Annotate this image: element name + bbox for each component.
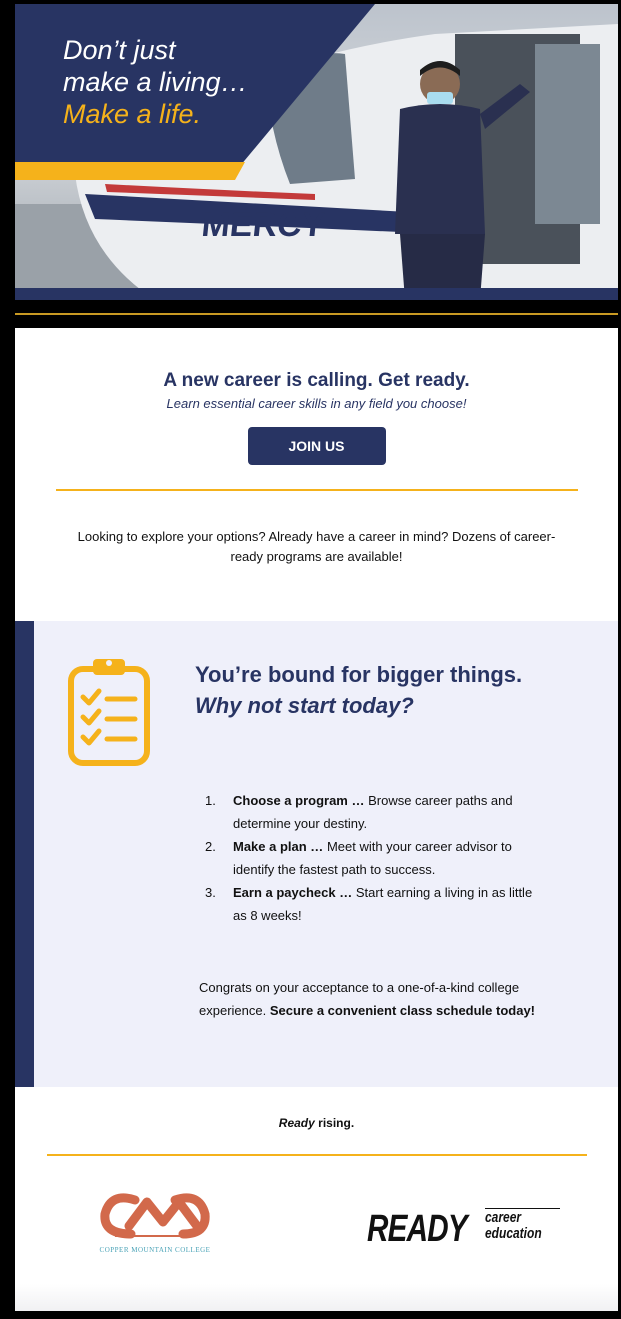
- hero-headline: Don’t just make a living… Make a life.: [63, 34, 303, 130]
- hero-gold-rule: [15, 313, 618, 315]
- copper-mountain-college-logo[interactable]: COPPER MOUNTAIN COLLEGE: [85, 1186, 225, 1266]
- step-title: Earn a paycheck …: [233, 885, 353, 900]
- tagline-italic: Ready: [278, 1116, 315, 1130]
- hero-line-3: Make a life.: [63, 99, 202, 129]
- step-item: 1. Choose a program … Browse career path…: [205, 789, 545, 835]
- join-us-button[interactable]: JOIN US: [247, 427, 386, 465]
- explore-text: Looking to explore your options? Already…: [77, 529, 556, 564]
- ready-line-2: education: [485, 1225, 542, 1242]
- footer-tagline: Ready rising.: [15, 1116, 618, 1130]
- step-title: Choose a program …: [233, 793, 365, 808]
- steps-list: 1. Choose a program … Browse career path…: [205, 789, 545, 927]
- clipboard-checklist-icon: [68, 659, 150, 766]
- step-item: 3. Earn a paycheck … Start earning a liv…: [205, 881, 545, 927]
- promo-heading: You’re bound for bigger things. Why not …: [195, 659, 525, 721]
- cmc-logo-mark-icon: [100, 1193, 210, 1239]
- cmc-caption: COPPER MOUNTAIN COLLEGE: [99, 1246, 211, 1254]
- hero-divider-strip: [15, 300, 618, 328]
- ready-career-education-logo[interactable]: READY career education: [367, 1204, 567, 1264]
- step-number: 3.: [205, 885, 216, 900]
- promo-block: You’re bound for bigger things. Why not …: [15, 621, 618, 1087]
- ready-line-1: career: [485, 1209, 522, 1226]
- cta-subtitle: Learn essential career skills in any fie…: [166, 396, 467, 411]
- ready-wordmark: READY: [367, 1208, 468, 1250]
- cta-section: A new career is calling. Get ready. Lear…: [15, 328, 618, 567]
- hero-line-1: Don’t just: [63, 35, 176, 65]
- bottom-fade: [15, 1284, 618, 1311]
- svg-text:MERCY: MERCY: [200, 206, 327, 244]
- step-number: 2.: [205, 839, 216, 854]
- step-item: 2. Make a plan … Meet with your career a…: [205, 835, 545, 881]
- promo-heading-italic: Why not start today?: [195, 693, 414, 718]
- cta-title: A new career is calling. Get ready.: [163, 370, 470, 391]
- promo-heading-plain: You’re bound for bigger things.: [195, 662, 523, 687]
- step-number: 1.: [205, 793, 216, 808]
- congrats-bold: Secure a convenient class schedule today…: [269, 1003, 536, 1018]
- cta-divider: [55, 489, 578, 491]
- step-title: Make a plan …: [233, 839, 324, 854]
- email-body: MERCY Don’t just make a living… Make a l…: [15, 4, 618, 1311]
- hero-line-2: make a living…: [63, 67, 248, 97]
- promo-accent-bar: [15, 621, 34, 1087]
- ready-subtitle: career education: [485, 1210, 549, 1242]
- congrats-text: Congrats on your acceptance to a one-of-…: [199, 976, 559, 1022]
- tagline-rest: rising.: [318, 1116, 355, 1130]
- hero-banner: MERCY Don’t just make a living… Make a l…: [15, 4, 618, 300]
- footer-divider: [47, 1154, 587, 1156]
